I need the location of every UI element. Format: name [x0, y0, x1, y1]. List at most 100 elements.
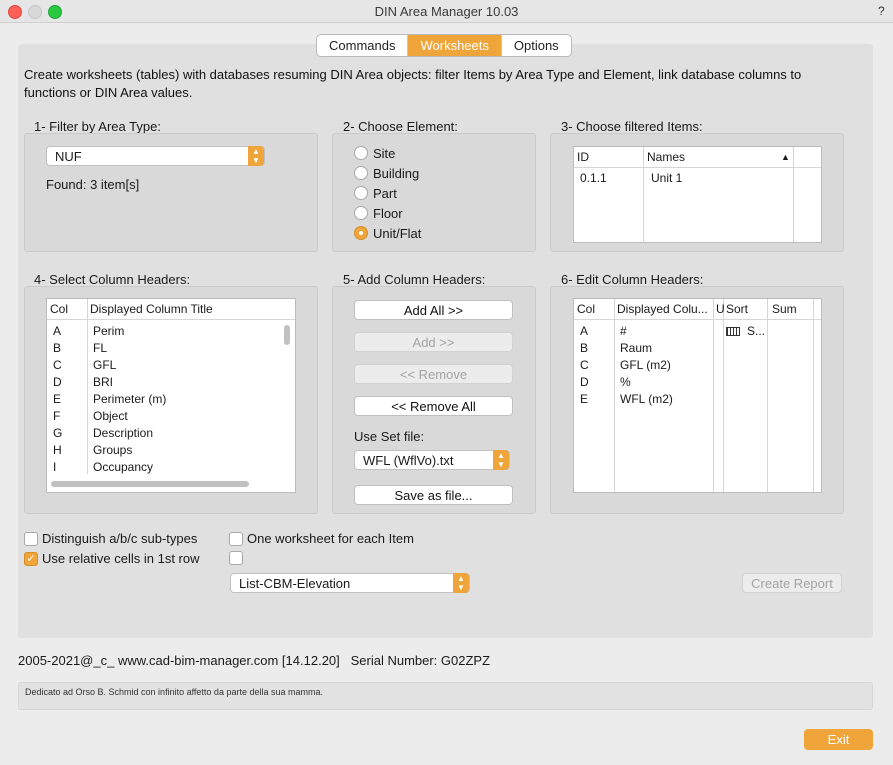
- table-row[interactable]: D %: [574, 374, 813, 391]
- table-row[interactable]: C GFL (m2): [574, 357, 813, 374]
- table-row[interactable]: B FL: [47, 340, 283, 357]
- header-col[interactable]: Col: [50, 299, 68, 319]
- row-title: FL: [93, 341, 108, 355]
- create-report-button[interactable]: Create Report: [742, 573, 842, 593]
- row-title: Raum: [620, 341, 653, 355]
- tab-options[interactable]: Options: [502, 35, 571, 56]
- radio-button-icon: [354, 206, 368, 220]
- unlabeled-checkbox[interactable]: [229, 551, 247, 565]
- header-id[interactable]: ID: [577, 147, 589, 167]
- set-file-select[interactable]: WFL (WflVo).txt ▲ ▼: [354, 450, 510, 470]
- radio-button-icon: [354, 186, 368, 200]
- choose-element-title: 2- Choose Element:: [343, 119, 458, 134]
- radio-label: Part: [373, 185, 397, 201]
- item-id: 0.1.1: [580, 171, 607, 185]
- radio-button-icon: [354, 166, 368, 180]
- radio-site[interactable]: Site: [354, 143, 421, 163]
- table-row[interactable]: B Raum: [574, 340, 813, 357]
- table-row[interactable]: A # S...: [574, 323, 813, 340]
- table-row[interactable]: F Object: [47, 408, 283, 425]
- header-displayed-title[interactable]: Displayed Column Title: [90, 299, 213, 319]
- add-headers-title: 5- Add Column Headers:: [343, 272, 486, 287]
- row-col: A: [53, 324, 62, 338]
- radio-unit-flat[interactable]: Unit/Flat: [354, 223, 421, 243]
- table-row[interactable]: G Description: [47, 425, 283, 442]
- add-all-button[interactable]: Add All >>: [354, 300, 513, 320]
- row-col: C: [580, 358, 589, 372]
- row-col: C: [53, 358, 62, 372]
- credits-text: 2005-2021@_c_ www.cad-bim-manager.com [1…: [18, 653, 491, 668]
- edit-list-rows: A # S... B Raum C GFL (m2) D % E WFL (m2…: [574, 323, 813, 408]
- header-sort[interactable]: Sort: [726, 299, 748, 319]
- header-displayed-title[interactable]: Displayed Colu...: [617, 299, 708, 319]
- select-headers-title: 4- Select Column Headers:: [34, 272, 191, 287]
- table-row[interactable]: E WFL (m2): [574, 391, 813, 408]
- add-button[interactable]: Add >>: [354, 332, 513, 352]
- row-col: G: [53, 426, 63, 440]
- distinguish-subtypes-checkbox[interactable]: Distinguish a/b/c sub-types: [24, 531, 197, 546]
- row-col: H: [53, 443, 62, 457]
- exit-button[interactable]: Exit: [804, 729, 873, 750]
- checkbox-label: Use relative cells in 1st row: [42, 551, 200, 566]
- set-file-value: WFL (WflVo).txt: [363, 453, 454, 468]
- report-template-select[interactable]: List-CBM-Elevation ▲ ▼: [230, 573, 470, 593]
- sort-ascending-icon[interactable]: ▲: [781, 147, 790, 167]
- row-title: Description: [93, 426, 154, 440]
- radio-button-icon: [354, 146, 368, 160]
- radio-floor[interactable]: Floor: [354, 203, 421, 223]
- area-type-select[interactable]: NUF ▲ ▼: [46, 146, 265, 166]
- items-list[interactable]: ID Names ▲ 0.1.1 Unit 1: [573, 146, 822, 243]
- relative-cells-checkbox[interactable]: ✓ Use relative cells in 1st row: [24, 551, 200, 566]
- save-as-file-button[interactable]: Save as file...: [354, 485, 513, 505]
- radio-button-selected-icon: [354, 226, 368, 240]
- row-title: #: [620, 324, 627, 338]
- checkmark-icon: ✓: [24, 551, 38, 566]
- row-title: WFL (m2): [620, 392, 673, 406]
- row-title: Groups: [93, 443, 133, 457]
- remove-button[interactable]: << Remove: [354, 364, 513, 384]
- table-row[interactable]: C GFL: [47, 357, 283, 374]
- radio-building[interactable]: Building: [354, 163, 421, 183]
- row-col: A: [580, 324, 589, 338]
- table-row[interactable]: I Occupancy: [47, 459, 283, 476]
- header-names[interactable]: Names: [647, 147, 685, 167]
- table-row[interactable]: H Groups: [47, 442, 283, 459]
- one-worksheet-checkbox[interactable]: One worksheet for each Item: [229, 531, 414, 546]
- edit-list-header: Col Displayed Colu... U Sort Sum: [574, 299, 821, 320]
- area-type-value: NUF: [55, 149, 82, 164]
- available-headers-list[interactable]: Col Displayed Column Title A Perim B FL C G…: [46, 298, 296, 493]
- tab-commands[interactable]: Commands: [317, 35, 409, 56]
- table-row[interactable]: 0.1.1 Unit 1: [574, 170, 793, 187]
- table-row[interactable]: E Perimeter (m): [47, 391, 283, 408]
- found-count: Found: 3 item[s]: [46, 177, 140, 192]
- horizontal-scrollbar[interactable]: [51, 481, 249, 487]
- checkbox-icon: [229, 551, 243, 565]
- column-divider: [813, 299, 814, 492]
- header-col[interactable]: Col: [577, 299, 595, 319]
- table-row[interactable]: D BRI: [47, 374, 283, 391]
- vertical-scrollbar[interactable]: [284, 325, 290, 345]
- sort-settings-icon[interactable]: [726, 327, 740, 336]
- row-sort: S...: [747, 324, 766, 338]
- row-title: Occupancy: [93, 460, 154, 474]
- header-unit[interactable]: U: [716, 299, 725, 319]
- row-col: D: [580, 375, 589, 389]
- row-title: %: [620, 375, 631, 389]
- checkbox-label: Distinguish a/b/c sub-types: [42, 531, 198, 546]
- radio-label: Floor: [373, 205, 403, 221]
- row-col: B: [580, 341, 589, 355]
- header-sum[interactable]: Sum: [772, 299, 797, 319]
- checkbox-icon: [24, 531, 38, 546]
- selected-headers-list[interactable]: Col Displayed Colu... U Sort Sum A # S..…: [573, 298, 822, 493]
- row-col: I: [53, 460, 57, 474]
- dedication-text: Dedicato ad Orso B. Schmid con infinito …: [25, 687, 323, 697]
- tab-worksheets[interactable]: Worksheets: [408, 35, 502, 56]
- updown-chevron-icon: ▲ ▼: [453, 573, 469, 593]
- use-set-file-label: Use Set file:: [354, 429, 425, 444]
- table-row[interactable]: A Perim: [47, 323, 283, 340]
- edit-headers-title: 6- Edit Column Headers:: [561, 272, 704, 287]
- radio-part[interactable]: Part: [354, 183, 421, 203]
- row-title: GFL: [93, 358, 117, 372]
- help-icon[interactable]: ?: [878, 4, 885, 18]
- remove-all-button[interactable]: << Remove All: [354, 396, 513, 416]
